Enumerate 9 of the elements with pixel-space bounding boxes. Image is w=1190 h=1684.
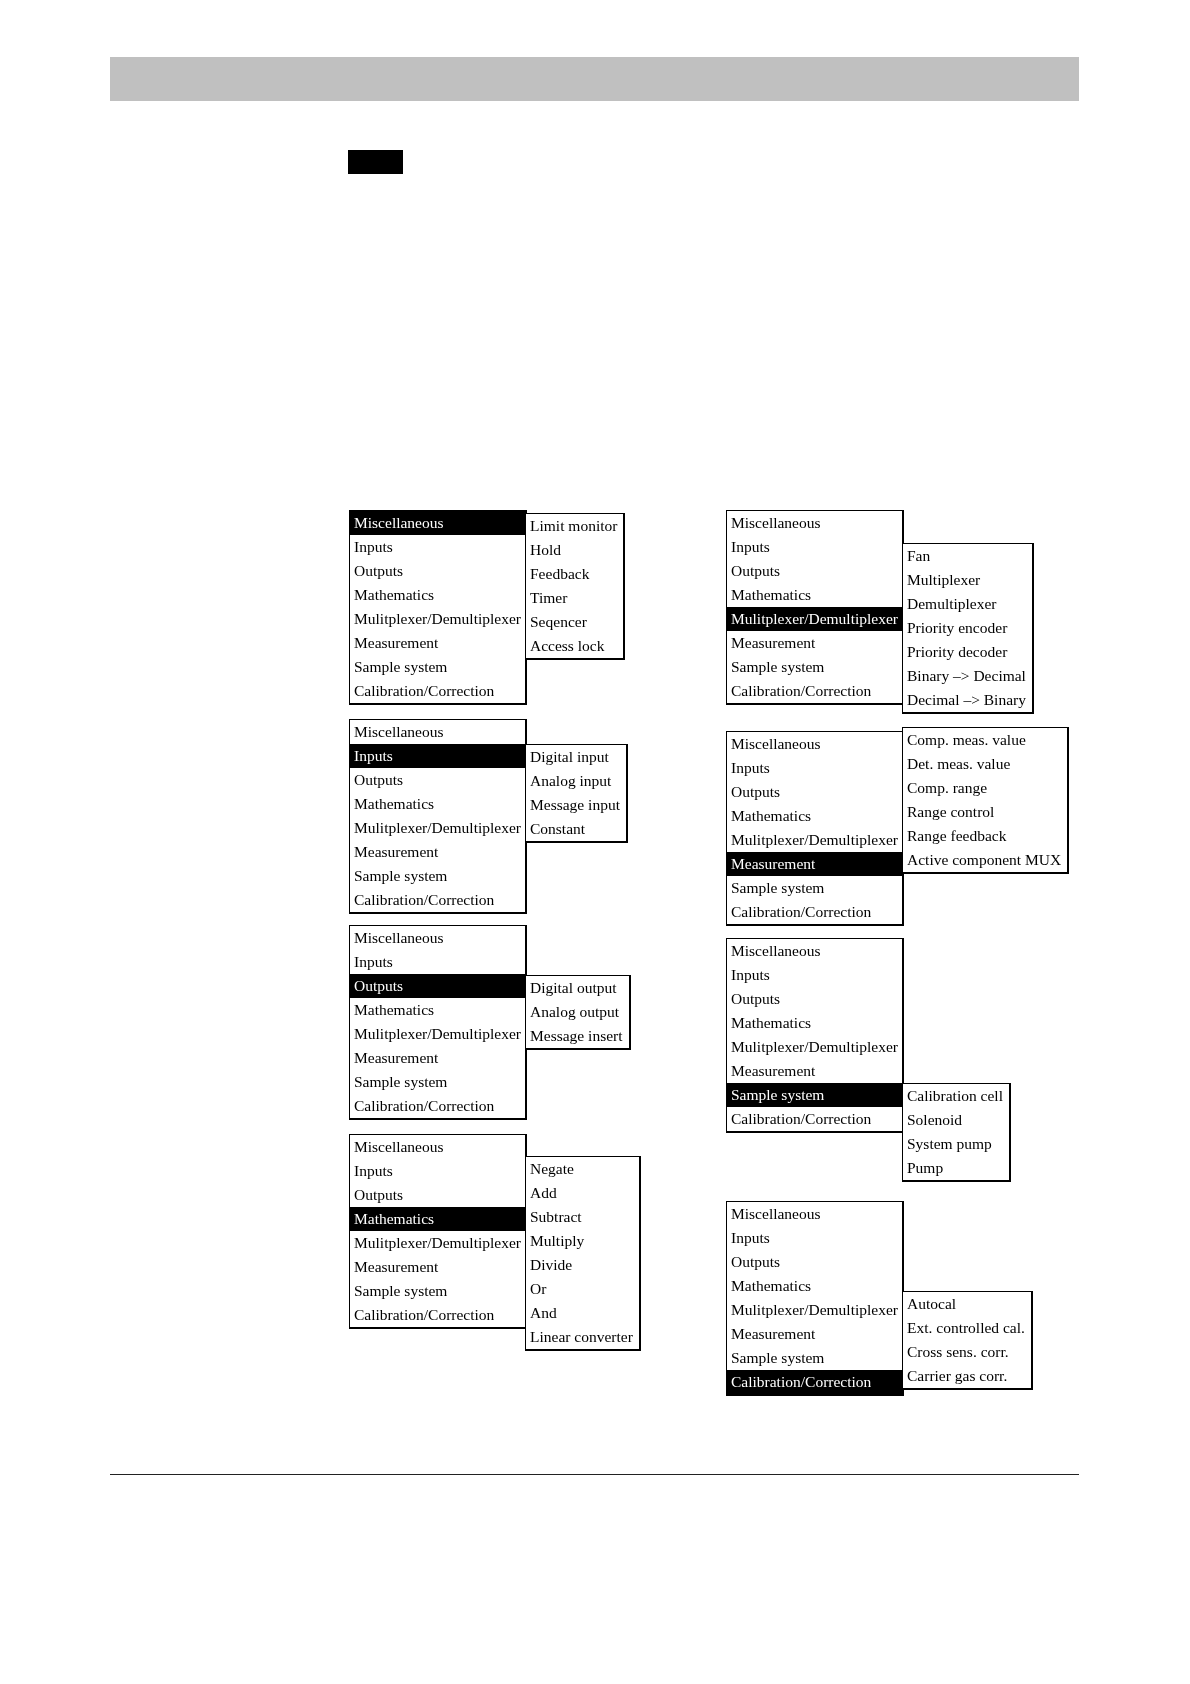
menu-item[interactable]: Calibration/Correction (727, 1370, 902, 1394)
menu-item[interactable]: Outputs (350, 974, 525, 998)
marker-block (348, 150, 403, 174)
menu-item[interactable]: Mathematics (350, 1207, 525, 1231)
menu-item[interactable]: Mulitplexer/Demultiplexer (727, 607, 902, 631)
menu-item[interactable]: Miscellaneous (350, 511, 525, 535)
menu-item[interactable]: Sample system (727, 1083, 902, 1107)
menu-item[interactable]: Measurement (727, 852, 902, 876)
menu-item[interactable]: Inputs (350, 744, 525, 768)
